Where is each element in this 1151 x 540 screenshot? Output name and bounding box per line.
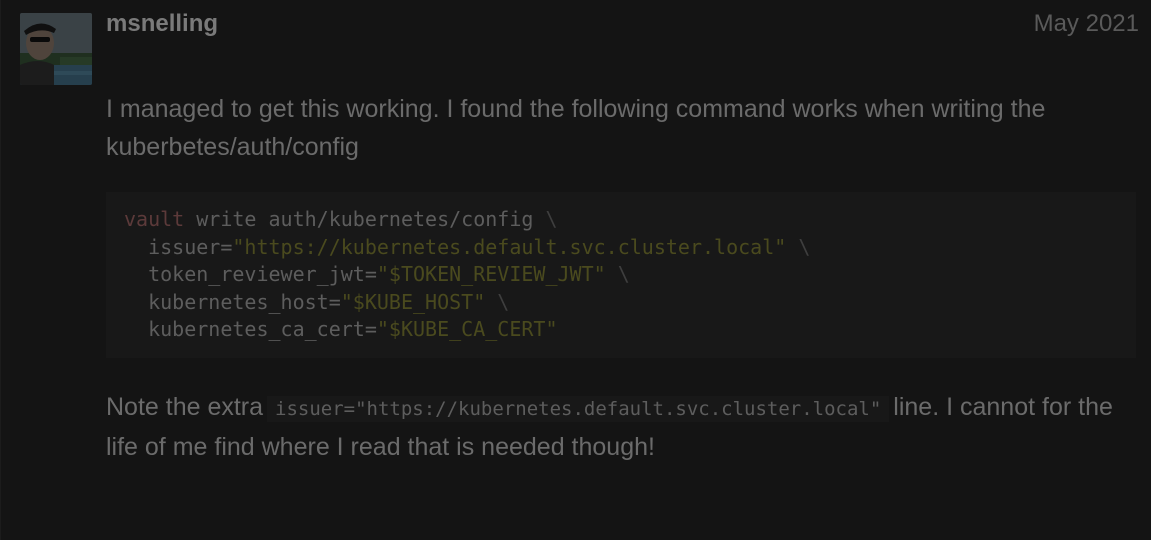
code-block: vault write auth/kubernetes/config \ iss… <box>106 192 1136 358</box>
post-username[interactable]: msnelling <box>106 10 218 38</box>
code-line: kubernetes_ca_cert="$KUBE_CA_CERT" <box>148 317 558 341</box>
code-line: vault write auth/kubernetes/config \ <box>124 207 558 231</box>
code-string: "$TOKEN_REVIEW_JWT" <box>376 262 606 286</box>
post-paragraph-2: Note the extra issuer="https://kubernetes… <box>106 388 1116 466</box>
inline-code: issuer="https://kubernetes.default.svc.c… <box>267 396 890 422</box>
code-line: token_reviewer_jwt="$TOKEN_REVIEW_JWT" \ <box>148 262 630 286</box>
code-line: kubernetes_host="$KUBE_HOST" \ <box>148 289 510 314</box>
post-date[interactable]: May 2021 <box>1034 10 1139 38</box>
paragraph-text: Note the extra <box>106 393 264 421</box>
post-paragraph-1: I managed to get this working. I found t… <box>106 95 1046 161</box>
code-string: "https://kubernetes.default.svc.cluster.… <box>232 234 787 259</box>
code-line: issuer="https://kubernetes.default.svc.c… <box>148 234 811 259</box>
user-avatar[interactable] <box>20 13 92 85</box>
avatar-photo-icon <box>20 13 92 85</box>
code-string: "$KUBE_HOST" <box>340 289 486 314</box>
code-keyword: vault <box>124 207 185 231</box>
code-string: "$KUBE_CA_CERT" <box>376 317 558 341</box>
forum-post: msnelling May 2021 I managed to get this… <box>0 0 1151 540</box>
